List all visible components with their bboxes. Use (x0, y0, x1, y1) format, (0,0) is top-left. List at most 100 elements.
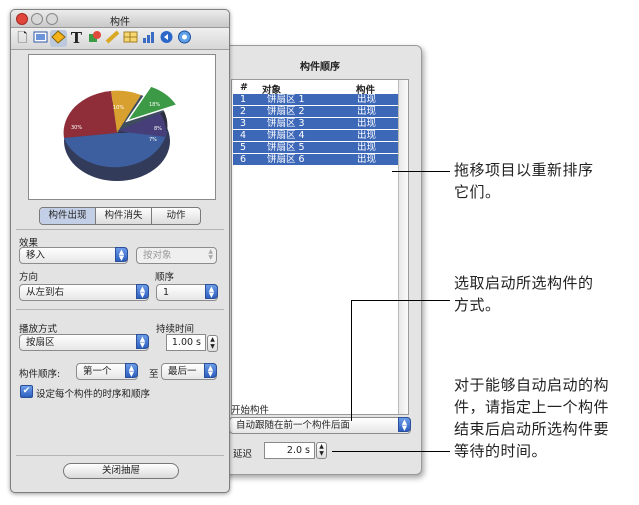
row-num: 6 (240, 154, 247, 165)
callout-line-auto (332, 451, 450, 452)
build-from-value: 第一个 (83, 366, 112, 377)
build-order-label: 构件顺序: (19, 369, 61, 380)
row-build: 出现 (357, 154, 377, 165)
row-build: 出现 (357, 118, 377, 129)
callout-auto: 对于能够自动启动的构 件，请指定上一个构件 结束后启动所选构件要 等待的时间。 (454, 374, 609, 462)
tab-action[interactable]: 动作 (152, 208, 200, 224)
callout-line-reorder (392, 171, 450, 172)
divider (16, 229, 224, 230)
list-item[interactable]: 5 饼扇区 5 出现 (233, 142, 401, 153)
row-object: 饼扇区 5 (267, 142, 305, 153)
set-timing-checkbox[interactable]: ✔ (20, 385, 33, 398)
callout-text: 选取启动所选构件的 (454, 274, 594, 292)
popup-arrows-icon: ▲ ▼ (136, 334, 149, 349)
duration-label: 持续时间 (156, 324, 195, 335)
divider (16, 455, 224, 456)
to-label: 至 (149, 369, 159, 380)
row-object: 饼扇区 1 (267, 94, 305, 105)
table-inspector-icon[interactable] (122, 30, 139, 47)
row-num: 3 (240, 118, 247, 129)
callout-text: 结束后启动所选构件要 (454, 420, 610, 438)
popup-arrows-icon: ▲ ▼ (398, 417, 411, 432)
direction-label: 方向 (19, 272, 39, 283)
tab-build-out[interactable]: 构件消失 (96, 208, 152, 224)
hyperlink-inspector-icon[interactable] (158, 30, 175, 47)
delivery-popup[interactable]: 按扇区 ▲ ▼ (19, 334, 149, 351)
row-object: 饼扇区 3 (267, 118, 305, 129)
callout-line-choose-vertical (351, 300, 352, 421)
callout-line-choose (351, 300, 450, 301)
callout-text: 等待的时间。 (454, 442, 548, 460)
list-item[interactable]: 6 饼扇区 6 出现 (233, 154, 401, 165)
effect-popup[interactable]: 移入 ▲ ▼ (19, 247, 128, 264)
delivery-label: 播放方式 (19, 324, 58, 335)
text-inspector-icon[interactable]: T (68, 30, 85, 47)
build-inspector-window: 构件 🗋 T 30% 10% 18% 8% 7% 构件出现 构件消失 动作 效果… (10, 9, 230, 493)
duration-field[interactable]: 1.00 s (166, 334, 206, 351)
row-build: 出现 (357, 142, 377, 153)
close-drawer-button[interactable]: 关闭抽屉 (63, 463, 179, 479)
direction-value: 从左到右 (26, 287, 65, 298)
callout-choose: 选取启动所选构件的 方式。 (454, 272, 594, 316)
by-object-value: 按对象 (143, 250, 172, 261)
chart-inspector-icon[interactable] (140, 30, 157, 47)
build-preview: 30% 10% 18% 8% 7% (28, 54, 216, 200)
window-title: 构件 (110, 17, 130, 28)
order-label: 顺序 (155, 272, 175, 283)
document-inspector-icon[interactable]: 🗋 (14, 30, 31, 47)
list-item[interactable]: 4 饼扇区 4 出现 (233, 130, 401, 141)
start-build-popup[interactable]: 自动跟随在前一个构件后面 ▲ ▼ (229, 417, 411, 434)
build-order-drawer: 构件顺序 # 对象 构件 1 饼扇区 1 出现 2 饼扇区 2 出现 3 饼扇区… (218, 45, 422, 475)
popup-arrows-icon: ▲ ▼ (208, 248, 213, 261)
row-num: 5 (240, 142, 247, 153)
pie-label: 30% (71, 125, 82, 131)
metrics-inspector-icon[interactable] (104, 30, 121, 47)
popup-arrows-icon: ▲ ▼ (205, 284, 218, 299)
row-num: 2 (240, 106, 247, 117)
row-object: 饼扇区 6 (267, 154, 305, 165)
pie-label: 18% (149, 102, 160, 108)
delay-field[interactable]: 2.0 s (264, 442, 315, 459)
row-build: 出现 (357, 130, 377, 141)
set-timing-label: 设定每个构件的时序和顺序 (36, 389, 151, 400)
popup-arrows-icon: ▲ ▼ (136, 284, 149, 299)
delay-stepper[interactable]: ▲ ▼ (316, 442, 327, 459)
build-inspector-icon[interactable] (50, 30, 67, 47)
build-order-list[interactable]: # 对象 构件 1 饼扇区 1 出现 2 饼扇区 2 出现 3 饼扇区 3 出现… (231, 79, 409, 415)
list-item[interactable]: 1 饼扇区 1 出现 (233, 94, 401, 105)
callout-text: 拖移项目以重新排序 (454, 161, 594, 179)
start-build-label: 开始构件 (231, 405, 270, 416)
direction-popup[interactable]: 从左到右 ▲ ▼ (19, 284, 149, 301)
pie-label: 10% (113, 105, 124, 111)
build-tabs: 构件出现 构件消失 动作 (39, 207, 201, 225)
build-to-popup[interactable]: 最后一 ▲ ▼ (161, 363, 217, 380)
row-num: 1 (240, 94, 247, 105)
list-item[interactable]: 2 饼扇区 2 出现 (233, 106, 401, 117)
row-object: 饼扇区 4 (267, 130, 305, 141)
pie-chart-preview: 30% 10% 18% 8% 7% (63, 85, 179, 181)
tab-build-in[interactable]: 构件出现 (40, 208, 96, 224)
popup-arrows-icon: ▲ ▼ (125, 363, 138, 378)
row-build: 出现 (357, 106, 377, 117)
slide-inspector-icon[interactable] (32, 30, 49, 47)
quicktime-inspector-icon[interactable] (176, 30, 193, 47)
duration-stepper[interactable]: ▲ ▼ (207, 335, 218, 352)
pie-label: 8% (154, 126, 162, 132)
build-from-popup[interactable]: 第一个 ▲ ▼ (76, 363, 138, 380)
order-popup[interactable]: 1 ▲ ▼ (156, 284, 218, 301)
divider (16, 309, 224, 310)
delay-label: 延迟 (233, 449, 253, 460)
list-item[interactable]: 3 饼扇区 3 出现 (233, 118, 401, 129)
col-header-num[interactable]: # (240, 82, 248, 93)
row-build: 出现 (357, 94, 377, 105)
drawer-title: 构件顺序 (300, 62, 340, 73)
row-object: 饼扇区 2 (267, 106, 305, 117)
callout-reorder: 拖移项目以重新排序 它们。 (454, 159, 594, 203)
delivery-value: 按扇区 (26, 337, 55, 348)
pie-label: 7% (149, 137, 157, 143)
graphic-inspector-icon[interactable] (86, 30, 103, 47)
inspector-toolbar: 🗋 T (11, 28, 229, 50)
build-to-value: 最后一 (168, 366, 197, 377)
list-scrollbar[interactable] (398, 80, 408, 414)
callout-text: 对于能够自动启动的构 (454, 376, 610, 394)
